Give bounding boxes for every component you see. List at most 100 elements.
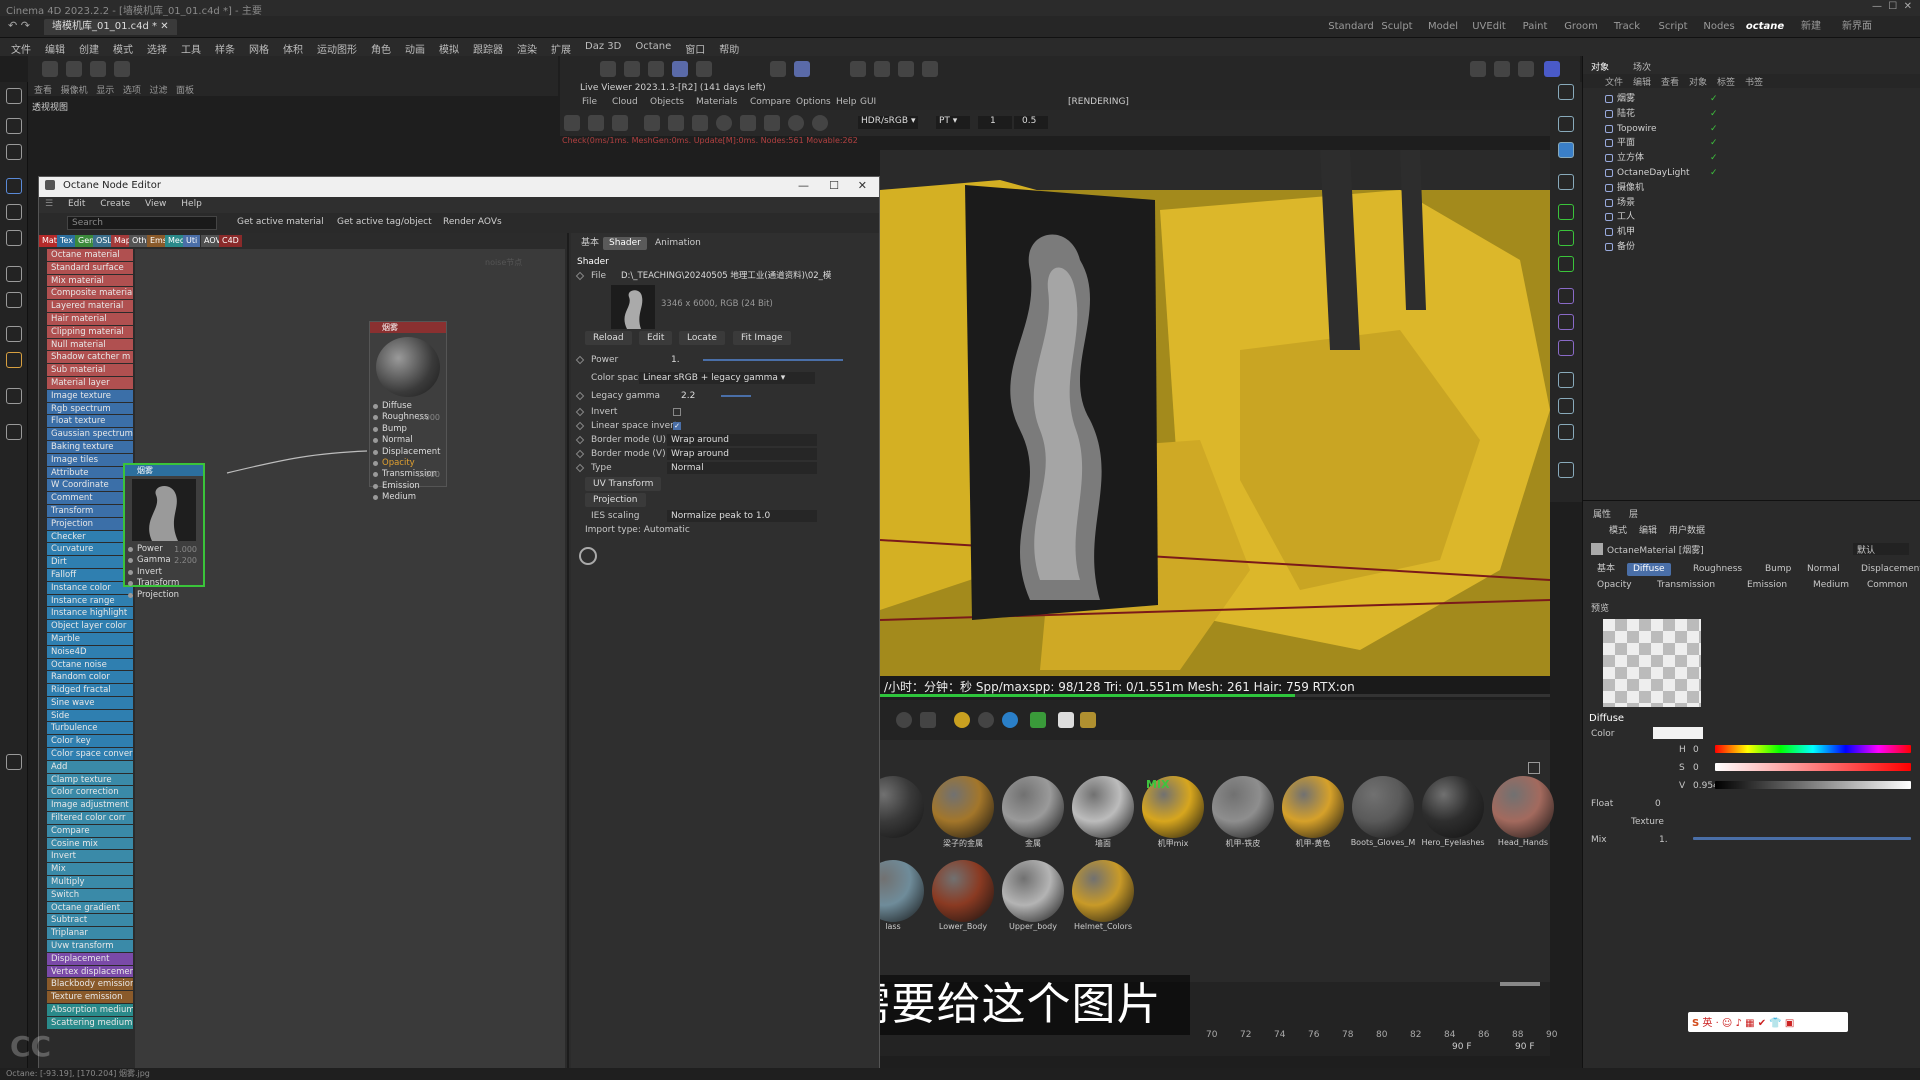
tab-takes[interactable]: 场次 [1633,60,1651,73]
viewport-menu-view[interactable]: 查看 [34,86,52,96]
image-icon[interactable] [1080,712,1096,728]
om-menu-edit[interactable]: 编辑 [1633,75,1651,88]
object-row[interactable]: Topowire ✓ [1605,122,1905,136]
film-icon[interactable] [1470,61,1486,77]
node-palette-item[interactable]: Multiply [47,876,133,889]
render-active-icon[interactable] [1518,61,1534,77]
layout-tab-nodes[interactable]: Nodes [1696,19,1742,35]
node-palette-item[interactable]: Side [47,709,133,723]
node-palette-item[interactable]: Clamp texture [47,773,133,787]
node-palette-item[interactable]: Attribute [47,466,133,480]
render-settings-icon[interactable] [648,61,664,77]
node-palette-item[interactable]: Add [47,760,133,774]
render-image[interactable] [880,150,1550,676]
node-palette-item[interactable]: Cosine mix [47,837,133,851]
v-gradient[interactable] [1715,781,1911,789]
live-select-icon[interactable] [6,144,22,160]
node-pin[interactable]: Invert [125,567,203,578]
kernel-select[interactable]: PT ▾ [936,116,970,129]
window-controls[interactable]: — ☐ ✕ [1872,1,1912,12]
tab-animation[interactable]: Animation [649,237,707,250]
node-palette-item[interactable]: Rgb spectrum [47,402,133,416]
fit-image-button[interactable]: Fit Image [733,331,791,345]
power-slider[interactable] [703,359,843,361]
lasso-icon[interactable] [6,424,22,440]
knife-icon[interactable] [6,266,22,282]
text-icon[interactable] [1558,174,1574,190]
sun-icon[interactable] [954,712,970,728]
mix-slider[interactable] [1693,837,1911,840]
generator-icon[interactable] [1558,204,1574,220]
om-menu-object[interactable]: 对象 [1689,75,1707,88]
render-aovs-button[interactable]: Render AOVs [437,216,508,230]
node-palette-item[interactable]: Composite material [47,287,133,301]
node-palette-item[interactable]: Dirt [47,556,133,569]
node-palette-item[interactable]: Mix material [47,274,133,288]
node-palette-item[interactable]: Octane noise [47,658,133,672]
invert-checkbox[interactable] [673,408,681,416]
material-pick-icon[interactable] [740,115,756,131]
menu-volume[interactable]: 体积 [276,38,310,56]
viewport-menu-options[interactable]: 选项 [123,86,141,96]
camera-object-icon[interactable] [1558,372,1574,388]
focus-pick-icon[interactable] [764,115,780,131]
search-icon[interactable] [6,88,22,104]
render-queue-icon[interactable] [1494,61,1510,77]
channel-tab[interactable]: Transmission [1651,579,1721,592]
lock-icon[interactable] [692,115,708,131]
object-row[interactable]: 备份 [1605,240,1905,254]
legacy-gamma-slider[interactable] [721,395,751,397]
node-pin[interactable]: Opacity [370,458,446,469]
object-row[interactable]: 机甲 [1605,225,1905,239]
node-palette-item[interactable]: Sine wave [47,696,133,710]
category-tex[interactable]: Tex [57,235,77,247]
node-palette-item[interactable]: Curvature [47,543,133,557]
edit-button[interactable]: Edit [639,331,673,345]
world-coords-icon[interactable] [114,61,130,77]
menu-create[interactable]: 创建 [72,38,106,56]
channel-tab[interactable]: Editor [1915,579,1920,592]
power-anim-dot[interactable] [575,355,585,365]
object-row[interactable]: 烟雾 ✓ [1605,92,1905,106]
om-menu-file[interactable]: 文件 [1605,75,1623,88]
menu-mode[interactable]: 模式 [106,38,140,56]
node-pin[interactable]: Displacement [370,447,446,458]
node-palette-item[interactable]: Object layer color [47,620,133,633]
linear-invert-anim-dot[interactable] [575,421,585,431]
document-tab[interactable]: 墙模机库_01_01.c4d * ✕ [44,19,177,35]
ne-menu-help[interactable]: Help [181,199,202,209]
node-palette-item[interactable]: Blackbody emission [47,978,133,992]
menu-edit[interactable]: 编辑 [38,38,72,56]
visibility-check-icon[interactable]: ✓ [1710,151,1718,165]
menu-mograph[interactable]: 运动图形 [310,38,364,56]
sphere-icon[interactable] [716,115,732,131]
undo-icon[interactable]: ↶ ↷ [8,19,30,32]
tab-layers[interactable]: 层 [1623,509,1644,522]
octane-live-icon[interactable] [1544,61,1560,77]
menu-help[interactable]: 帮助 [712,38,746,56]
node-palette-item[interactable]: Gaussian spectrum [47,428,133,441]
select-icon[interactable] [6,118,22,134]
node-palette-item[interactable]: Projection [47,517,133,531]
channel-tab[interactable]: Roughness [1687,563,1748,576]
tab-basic[interactable]: 基本 [575,237,605,250]
menu-octane[interactable]: Octane [628,38,678,56]
material-swatch[interactable]: 机甲-铁皮 [1210,776,1276,856]
legacy-gamma-value[interactable]: 2.2 [681,389,695,403]
render-start-icon[interactable] [564,115,580,131]
invert-anim-dot[interactable] [575,407,585,417]
node-palette-item[interactable]: Color correction [47,786,133,800]
menu-simulate[interactable]: 模拟 [432,38,466,56]
channel-tab[interactable]: Bump [1759,563,1797,576]
menu-window[interactable]: 窗口 [678,38,712,56]
field-icon[interactable] [1558,288,1574,304]
filter-icon[interactable] [788,115,804,131]
node-palette-item[interactable]: Random color [47,671,133,685]
material-swatch[interactable]: 梁子的金属 [930,776,996,856]
locate-button[interactable]: Locate [679,331,725,345]
node-palette-item[interactable]: Null material [47,338,133,352]
node-pin[interactable]: Medium [370,492,446,503]
visibility-check-icon[interactable]: ✓ [1710,92,1718,106]
region-icon[interactable] [644,115,660,131]
object-row[interactable]: 平面 ✓ [1605,136,1905,150]
